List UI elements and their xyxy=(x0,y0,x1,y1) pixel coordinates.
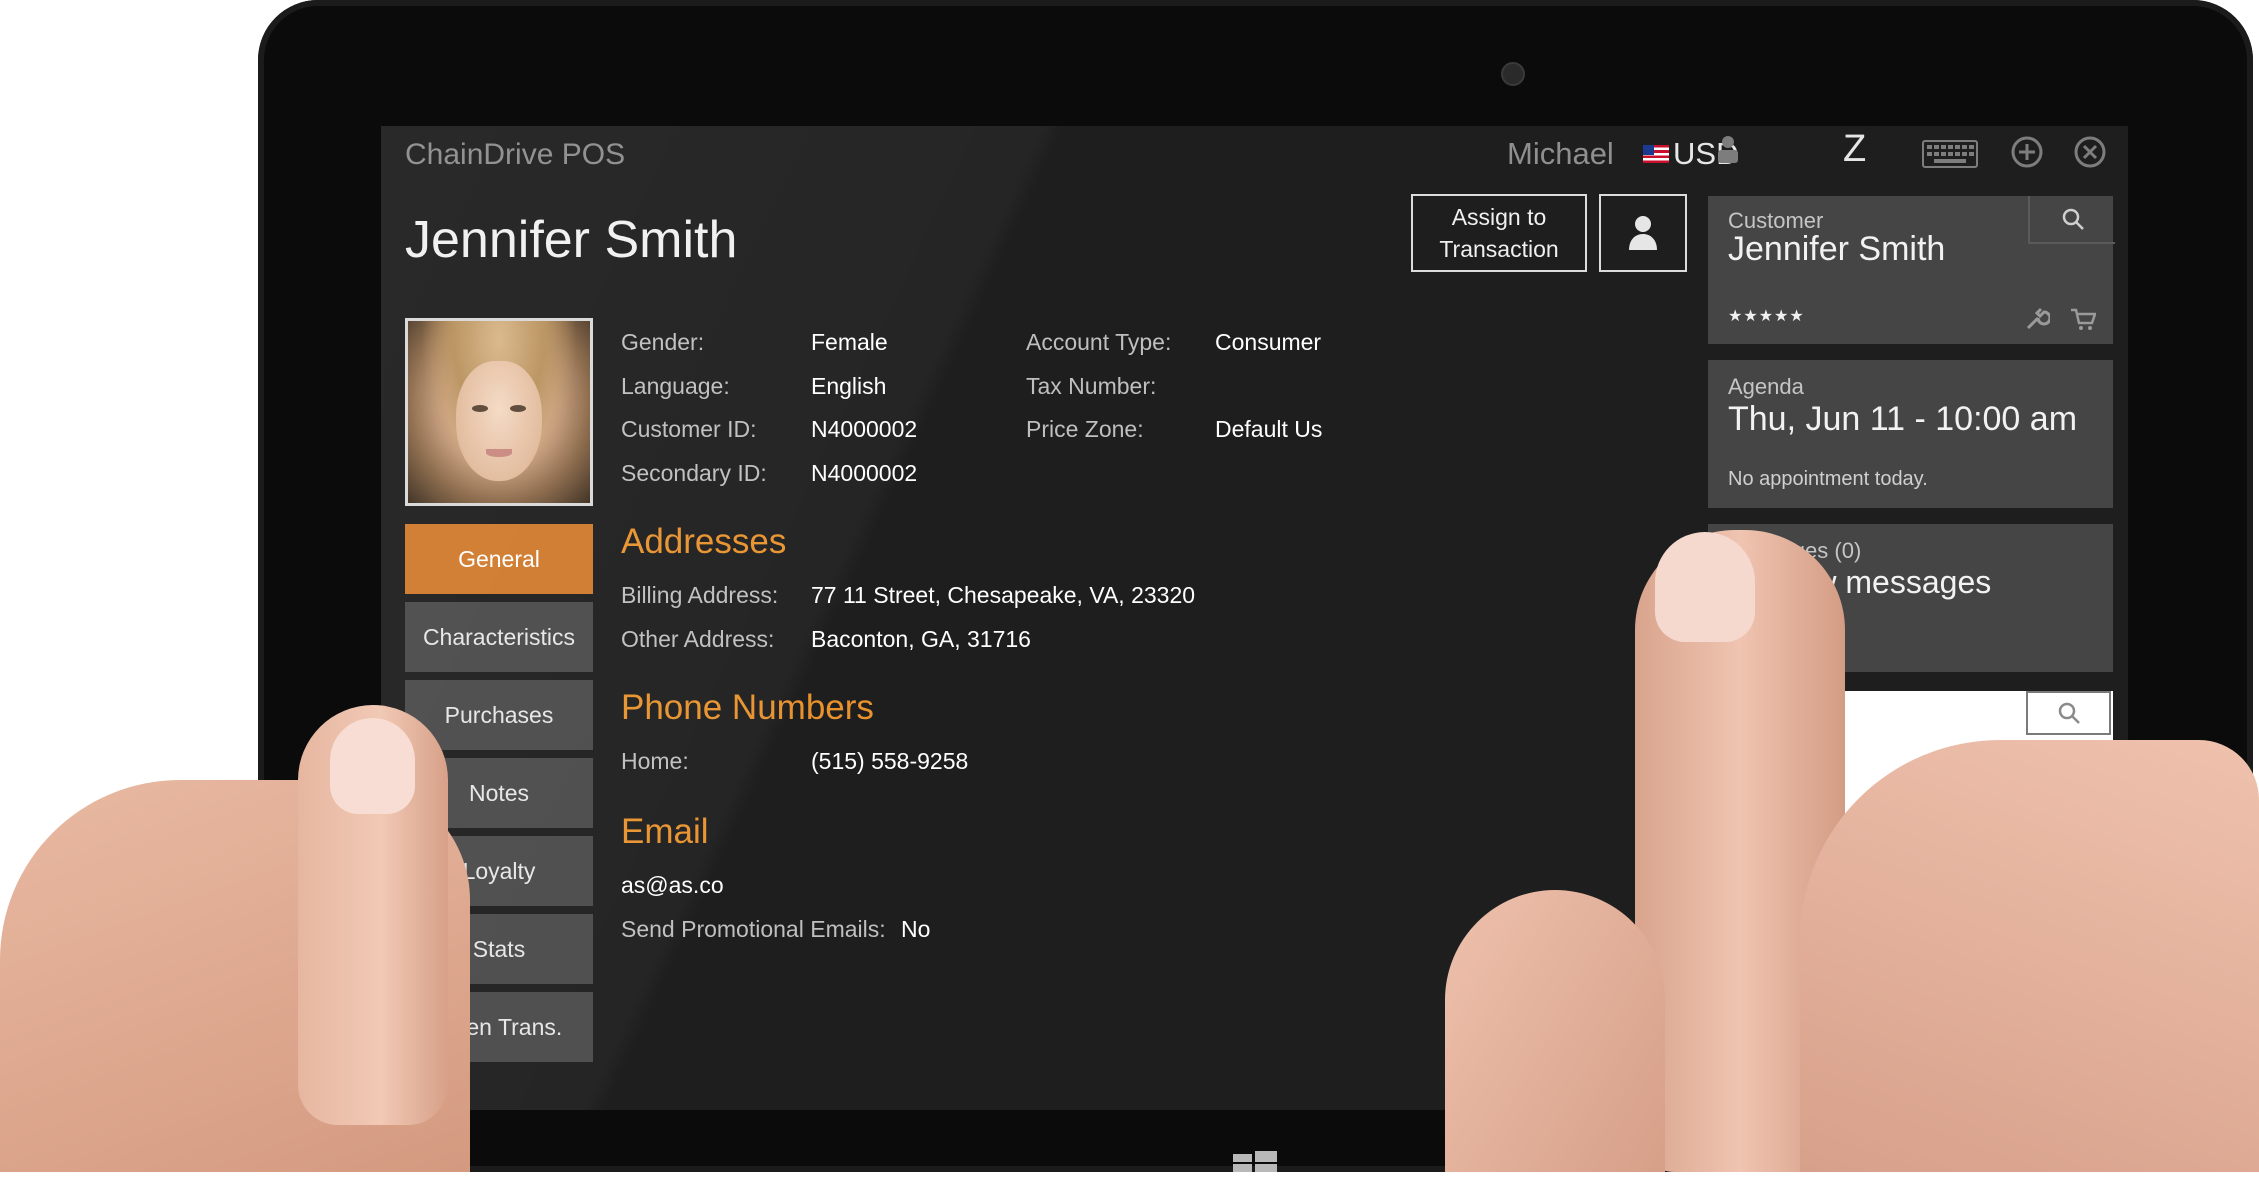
account-type-value: Consumer xyxy=(1215,329,1322,355)
email-address: as@as.co xyxy=(621,872,724,898)
gender-value: Female xyxy=(811,329,888,355)
secondary-id-label: Secondary ID: xyxy=(621,460,767,486)
keyboard-icon[interactable] xyxy=(1922,140,1978,176)
search-icon xyxy=(2058,702,2080,724)
other-address-label: Other Address: xyxy=(621,626,775,652)
language-label: Language: xyxy=(621,373,730,399)
right-hand xyxy=(1800,740,2259,1172)
left-thumbnail xyxy=(330,718,415,814)
home-phone-value: (515) 558-9258 xyxy=(811,748,969,774)
agenda-note: No appointment today. xyxy=(1728,468,1928,490)
price-zone-value: Default Us xyxy=(1215,416,1323,442)
customer-profile-button[interactable] xyxy=(1599,194,1687,272)
cart-icon[interactable] xyxy=(2070,308,2097,337)
us-flag-icon xyxy=(1643,145,1669,163)
app-title: ChainDrive POS xyxy=(405,138,626,171)
gender-label: Gender: xyxy=(621,329,705,355)
current-user[interactable]: Michael xyxy=(1507,136,1614,172)
secondary-id-value: N4000002 xyxy=(811,460,918,486)
email-heading: Email xyxy=(621,812,709,851)
nav-characteristics[interactable]: Characteristics xyxy=(405,602,593,672)
nav-general[interactable]: General xyxy=(405,524,593,594)
agenda-label: Agenda xyxy=(1728,374,1804,399)
wrench-icon[interactable] xyxy=(2024,306,2052,337)
addresses-heading: Addresses xyxy=(621,522,787,561)
add-circle-icon[interactable] xyxy=(2011,136,2043,176)
windows-logo-icon[interactable] xyxy=(1233,1150,1277,1177)
tax-number-label: Tax Number: xyxy=(1026,373,1157,399)
promo-emails-value: No xyxy=(901,916,931,942)
camera-lens xyxy=(1501,62,1525,86)
person-icon xyxy=(1629,216,1657,250)
price-zone-label: Price Zone: xyxy=(1026,416,1144,442)
home-phone-label: Home: xyxy=(621,748,689,774)
agenda-date: Thu, Jun 11 - 10:00 am xyxy=(1728,400,2078,438)
search-icon xyxy=(2062,208,2084,230)
customer-card[interactable]: Customer Jennifer Smith ★★★★★ xyxy=(1708,196,2115,344)
customer-id-label: Customer ID: xyxy=(621,416,757,442)
right-thumb xyxy=(1445,890,1665,1172)
rating-stars: ★★★★★ xyxy=(1728,308,1805,325)
z-report-icon[interactable]: Z xyxy=(1843,128,1866,171)
top-bar: ChainDrive POS Michael USD Z xyxy=(381,126,2128,184)
language-value: English xyxy=(811,373,887,399)
billing-address-label: Billing Address: xyxy=(621,582,779,608)
billing-address-value: 77 11 Street, Chesapeake, VA, 23320 xyxy=(811,582,1196,608)
customer-id-value: N4000002 xyxy=(811,416,918,442)
customer-photo xyxy=(405,318,593,506)
page-title: Jennifer Smith xyxy=(405,211,738,269)
product-search-button[interactable] xyxy=(2026,691,2111,735)
assign-to-transaction-button[interactable]: Assign to Transaction xyxy=(1411,194,1587,272)
phone-numbers-heading: Phone Numbers xyxy=(621,688,874,727)
other-address-value: Baconton, GA, 31716 xyxy=(811,626,1031,652)
customer-card-name: Jennifer Smith xyxy=(1728,230,1946,268)
account-type-label: Account Type: xyxy=(1026,329,1172,355)
right-fingernail xyxy=(1655,532,1755,642)
promo-emails-label: Send Promotional Emails: xyxy=(621,916,886,942)
users-icon[interactable] xyxy=(1715,134,1741,172)
customer-search-button[interactable] xyxy=(2028,196,2115,244)
agenda-card[interactable]: Agenda Thu, Jun 11 - 10:00 am No appoint… xyxy=(1708,360,2113,508)
close-circle-icon[interactable] xyxy=(2074,136,2106,176)
